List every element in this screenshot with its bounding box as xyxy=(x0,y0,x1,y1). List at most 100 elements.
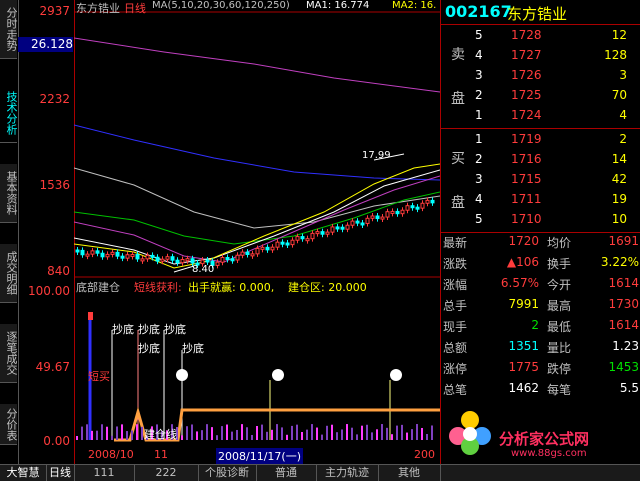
candle xyxy=(280,241,285,245)
indicator-bar xyxy=(371,432,373,440)
book-row[interactable]: 4 1711 19 xyxy=(441,190,640,209)
indicator-bar xyxy=(411,429,413,440)
ma1-value: MA1: 16.774 xyxy=(306,0,370,11)
low-label: 8.40 xyxy=(192,264,215,275)
candle xyxy=(285,242,290,246)
candle xyxy=(80,249,85,256)
stock-name: 东方锆业 xyxy=(507,5,568,23)
stat-label: 跌停 xyxy=(547,362,572,376)
axis-price-2: 2232 xyxy=(39,92,70,106)
indicator-bar xyxy=(211,427,213,440)
tab-price-table[interactable]: 分价表 xyxy=(0,404,18,445)
flower-logo-icon xyxy=(449,411,491,455)
candle xyxy=(115,251,120,257)
watermark-url: www.88gs.com xyxy=(511,448,587,459)
date-left: 2008/10 xyxy=(88,448,134,461)
stat-label: 涨跌 xyxy=(443,257,468,271)
stat-value: 1775 xyxy=(508,360,539,374)
indicator-bar xyxy=(431,425,433,440)
book-row[interactable]: 3 1715 42 xyxy=(441,170,640,189)
axis-ind-top: 100.00 xyxy=(28,284,70,298)
tab-other[interactable]: 其他 xyxy=(378,465,441,481)
candle xyxy=(370,215,375,219)
candle xyxy=(90,250,95,255)
level-number: 2 xyxy=(475,152,483,166)
book-row[interactable]: 5 1728 12 xyxy=(441,26,640,45)
indicator-bar xyxy=(261,424,263,440)
candle xyxy=(240,251,245,256)
indicator-bar xyxy=(96,430,98,440)
stat-value: 1614 xyxy=(608,276,639,290)
indicator-bar xyxy=(421,427,423,440)
book-row[interactable]: 1 1724 4 xyxy=(441,106,640,125)
chart-stock-name: 东方锆业 xyxy=(76,2,120,15)
ma30-line xyxy=(74,191,440,245)
indicator-bar xyxy=(316,427,318,440)
stat-value: 1614 xyxy=(608,318,639,332)
level-volume: 128 xyxy=(604,48,627,62)
stat-value: 1462 xyxy=(508,381,539,395)
tab-stock-diagnosis[interactable]: 个股诊断 xyxy=(198,465,257,481)
quote-panel: 002167 东方锆业 卖 盘 5 1728 12 4 1727 128 3 1726 3 2 17… xyxy=(440,0,640,464)
indicator-bar xyxy=(216,435,218,440)
brand-label: 大智慧 xyxy=(0,465,47,481)
level-price: 1711 xyxy=(511,192,542,206)
indicator-bar xyxy=(291,425,293,440)
candle xyxy=(100,252,105,258)
level-number: 3 xyxy=(475,68,483,82)
tab-tick[interactable]: 逐笔成交 xyxy=(0,324,18,383)
tab-trade-detail[interactable]: 成交明细 xyxy=(0,244,18,303)
tab-fundamentals[interactable]: 基本资料 xyxy=(0,164,18,223)
tab-main-force[interactable]: 主力轨迹 xyxy=(316,465,379,481)
indicator-bar xyxy=(86,424,88,440)
axis-price-top: 2937 xyxy=(39,4,70,18)
indicator-bar xyxy=(226,424,228,440)
candle xyxy=(430,199,435,204)
tab-222[interactable]: 222 xyxy=(134,465,199,481)
candle xyxy=(340,226,345,230)
axis-price-3: 1536 xyxy=(39,178,70,192)
level-volume: 10 xyxy=(611,212,627,226)
stat-label: 总笔 xyxy=(443,383,468,397)
candle xyxy=(290,239,295,246)
stat-row: 涨停 1775 跌停 1453 xyxy=(441,358,640,377)
stat-value: 1691 xyxy=(608,234,639,248)
indicator-bar xyxy=(276,424,278,440)
book-row[interactable]: 4 1727 128 xyxy=(441,46,640,65)
level-price: 1726 xyxy=(511,68,542,82)
stat-value: 3.22% xyxy=(600,255,639,269)
period-button[interactable]: 日线 xyxy=(46,465,75,481)
level-price: 1716 xyxy=(511,152,542,166)
book-row[interactable]: 5 1710 10 xyxy=(441,210,640,229)
stock-header: 002167 东方锆业 xyxy=(441,0,640,25)
candle xyxy=(75,249,80,253)
ann-short-buy: 短买 xyxy=(88,370,110,383)
indicator-bar xyxy=(356,434,358,440)
level-price: 1728 xyxy=(511,28,542,42)
candle xyxy=(250,253,255,257)
candle xyxy=(415,206,420,210)
indicator-bar xyxy=(271,429,273,440)
book-row[interactable]: 2 1716 14 xyxy=(441,150,640,169)
ann-build-line: 建仓线 xyxy=(144,428,177,441)
stat-row: 涨幅 6.57% 今开 1614 xyxy=(441,274,640,293)
book-row[interactable]: 3 1726 3 xyxy=(441,66,640,85)
candle xyxy=(190,258,195,264)
book-row[interactable]: 2 1725 70 xyxy=(441,86,640,105)
ma2-value: MA2: 16. xyxy=(392,0,437,11)
high-label: 17.99 xyxy=(362,150,391,161)
tab-technical[interactable]: 技术分析 xyxy=(0,84,18,143)
candle xyxy=(270,246,275,251)
tab-normal[interactable]: 普通 xyxy=(256,465,317,481)
indicator-bar xyxy=(336,432,338,440)
indicator-bar xyxy=(256,426,258,440)
tab-intraday[interactable]: 分时走势 xyxy=(0,0,18,59)
kline-chart[interactable]: 东方锆业 日线 MA(5,10,20,30,60,120,250) MA1: 1… xyxy=(74,0,440,464)
indicator-bar xyxy=(181,435,183,440)
candle xyxy=(335,226,340,230)
tab-111[interactable]: 111 xyxy=(74,465,135,481)
indicator-bar xyxy=(296,424,298,440)
candle xyxy=(205,259,210,263)
view-tab-strip: 分时走势 技术分析 基本资料 成交明细 逐笔成交 分价表 xyxy=(0,0,19,464)
book-row[interactable]: 1 1719 2 xyxy=(441,130,640,149)
